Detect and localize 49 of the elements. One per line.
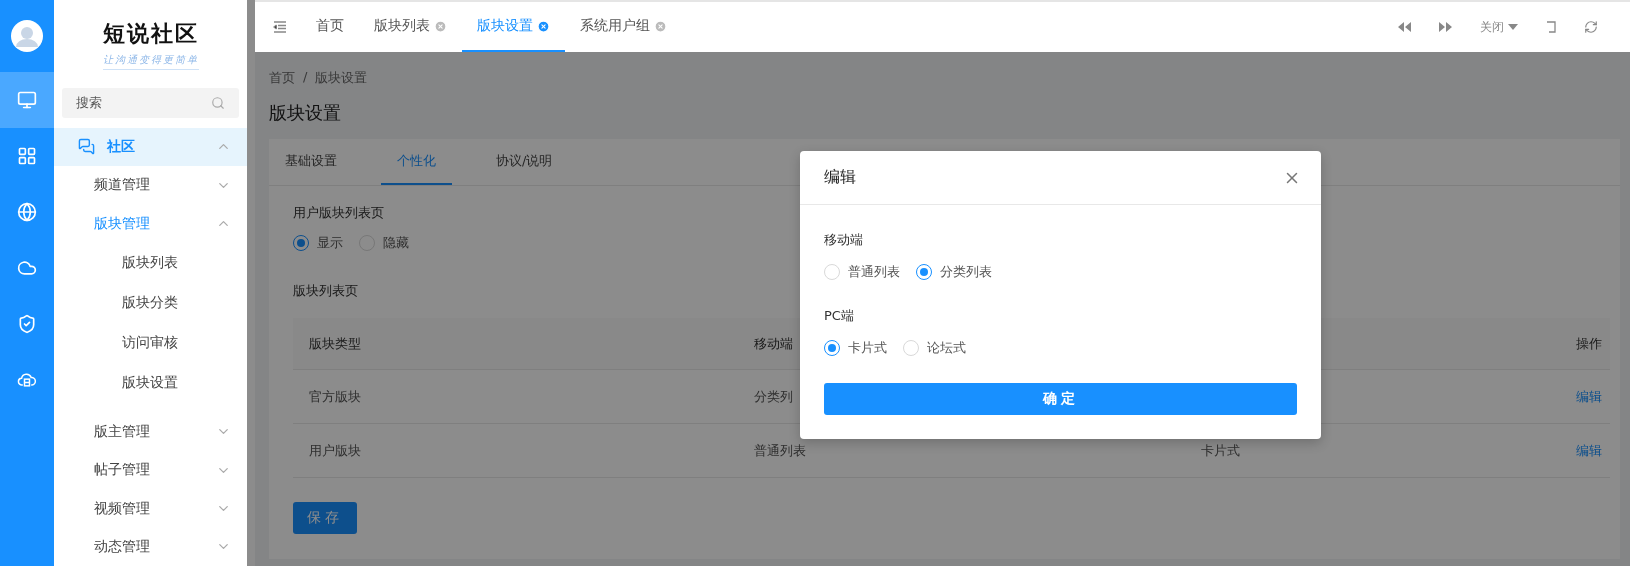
dialog-title: 编辑 xyxy=(824,167,856,188)
page-title: 版块设置 xyxy=(269,101,342,125)
refresh-icon xyxy=(1584,20,1598,34)
chat-bubbles-icon xyxy=(78,138,95,156)
brand-slogan: 让沟通变得更简单 xyxy=(102,52,199,70)
sidebar-item[interactable]: 版块设置 xyxy=(54,362,247,403)
close-icon[interactable] xyxy=(654,19,667,33)
radio-option[interactable]: 普通列表 xyxy=(824,263,900,281)
sidebar-item[interactable]: 视频管理 xyxy=(54,489,247,528)
sidebar-item[interactable]: 版主管理 xyxy=(54,412,247,452)
cloud-icon xyxy=(17,258,37,278)
menu-fold-icon xyxy=(273,21,287,33)
radio-option[interactable]: 论坛式 xyxy=(903,339,966,357)
page-tab[interactable]: 首页 xyxy=(301,2,359,52)
close-menu-button[interactable]: 关闭 xyxy=(1466,2,1532,52)
close-icon[interactable] xyxy=(537,19,550,33)
avatar-icon xyxy=(11,20,43,52)
radio-option[interactable]: 显示 xyxy=(293,234,343,252)
brand-title: 短说社区 xyxy=(102,19,199,48)
grid-icon xyxy=(17,146,37,166)
double-right-triangle-icon xyxy=(1439,22,1452,32)
double-left-triangle-icon xyxy=(1398,22,1411,32)
radio-option[interactable]: 分类列表 xyxy=(916,263,992,281)
search-field[interactable]: 搜索 xyxy=(62,88,239,118)
bracket-icon xyxy=(1546,21,1556,33)
page-tab[interactable]: 系统用户组 xyxy=(565,2,682,52)
monitor-icon xyxy=(17,90,37,110)
shield-check-icon xyxy=(17,314,37,334)
globe-icon xyxy=(17,202,37,222)
radio-option[interactable]: 卡片式 xyxy=(824,339,887,357)
table-title: 版块列表页 xyxy=(293,282,359,300)
sidebar-item[interactable]: 版块分类 xyxy=(54,282,247,323)
close-icon[interactable] xyxy=(434,19,447,33)
field-label: 用户版块列表页 xyxy=(293,204,385,222)
table-cell: 用户版块 xyxy=(293,424,738,478)
settings-tab[interactable]: 基础设置 xyxy=(269,139,353,185)
field-label: 移动端 xyxy=(824,231,864,249)
sidebar-item[interactable]: 访问审核 xyxy=(54,322,247,363)
caret-down-icon xyxy=(1508,24,1518,30)
sidebar-item[interactable]: 频道管理 xyxy=(54,166,247,205)
page-tab[interactable]: 版块列表 xyxy=(359,2,462,52)
sidebar-item[interactable]: 帖子管理 xyxy=(54,451,247,490)
sidebar-item[interactable]: 版块列表 xyxy=(54,242,247,283)
radio-option[interactable]: 隐藏 xyxy=(359,234,409,252)
table-cell: 官方版块 xyxy=(293,370,738,424)
settings-tab[interactable]: 协议/说明 xyxy=(480,139,569,185)
sidebar-item[interactable]: 动态管理 xyxy=(54,527,247,566)
search-icon xyxy=(211,96,225,111)
breadcrumb-separator: / xyxy=(303,69,308,86)
